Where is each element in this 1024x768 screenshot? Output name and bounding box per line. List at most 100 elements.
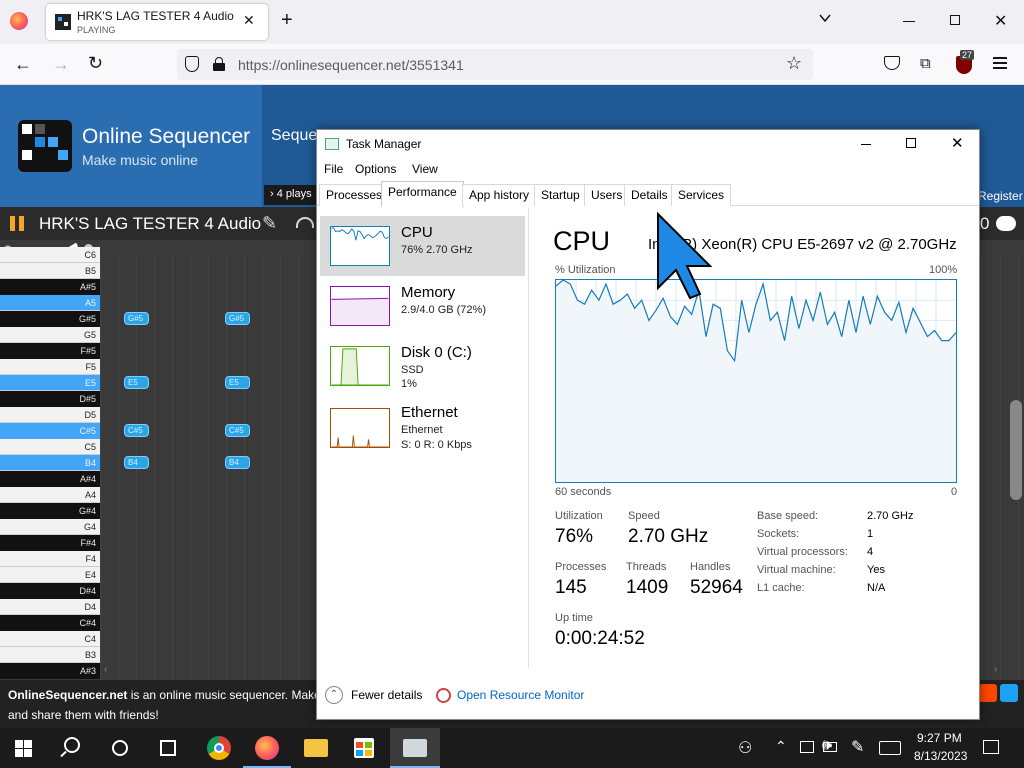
reddit-icon[interactable] xyxy=(979,684,997,702)
register-link[interactable]: Register xyxy=(978,189,1023,203)
piano-key[interactable]: C4 xyxy=(0,631,100,647)
piano-key[interactable]: B4 xyxy=(0,455,100,471)
menu-options[interactable]: Options xyxy=(355,162,396,176)
tab-processes[interactable]: Processes xyxy=(319,184,390,206)
pen-icon[interactable]: ✎ xyxy=(851,737,864,757)
menu-hamburger-icon[interactable] xyxy=(993,57,1007,69)
tab-users[interactable]: Users xyxy=(584,184,630,206)
speedometer-icon[interactable] xyxy=(296,217,314,228)
open-resource-monitor-link[interactable]: Open Resource Monitor xyxy=(457,688,584,702)
task-view-button[interactable] xyxy=(144,728,192,768)
forward-icon[interactable]: → xyxy=(52,54,70,75)
tm-close-icon[interactable]: ✕ xyxy=(951,134,964,152)
explorer-taskbar[interactable] xyxy=(292,728,340,768)
piano-key[interactable]: D#5 xyxy=(0,391,100,407)
piano-key[interactable]: G#5 xyxy=(0,311,100,327)
minimize-icon[interactable] xyxy=(903,21,915,22)
piano-key[interactable]: A#3 xyxy=(0,663,100,679)
note-block[interactable]: B4 xyxy=(124,456,149,469)
people-icon[interactable]: ⚇ xyxy=(738,738,752,758)
piano-key[interactable]: D#4 xyxy=(0,583,100,599)
logo-area[interactable]: Online Sequencer Make music online xyxy=(0,85,262,207)
resource-disk[interactable]: Disk 0 (C:) SSD 1% xyxy=(320,336,525,396)
notification-icon[interactable] xyxy=(983,740,999,754)
tm-minimize-icon[interactable] xyxy=(861,144,871,145)
tab-performance[interactable]: Performance xyxy=(381,181,464,207)
touch-keyboard-icon[interactable] xyxy=(879,741,901,755)
piano-key[interactable]: F4 xyxy=(0,551,100,567)
site-nav-sequencer[interactable]: Seque xyxy=(271,127,317,145)
piano-key[interactable]: D5 xyxy=(0,407,100,423)
lock-icon[interactable] xyxy=(213,57,225,71)
chat-icon[interactable] xyxy=(996,216,1016,231)
piano-keys[interactable]: C6 B5 A#5 A5 G#5 G5 F#5 F5 E5 D#5 D5 C#5 C5 B4 A#4 A4 G#… xyxy=(0,247,100,680)
note-block[interactable]: C#5 xyxy=(124,424,149,437)
footer-brand[interactable]: OnlineSequencer.net xyxy=(8,688,127,702)
piano-key[interactable]: B3 xyxy=(0,647,100,663)
piano-key[interactable]: A#5 xyxy=(0,279,100,295)
tab-active[interactable]: HRK'S LAG TESTER 4 Audio - O PLAYING ✕ xyxy=(46,4,268,40)
piano-key[interactable]: E5 xyxy=(0,375,100,391)
piano-key[interactable]: G5 xyxy=(0,327,100,343)
close-tab-icon[interactable]: ✕ xyxy=(243,12,255,29)
piano-key[interactable]: D4 xyxy=(0,599,100,615)
volume-icon[interactable]: 🕪 xyxy=(822,737,832,755)
vertical-scrollbar[interactable] xyxy=(1010,400,1022,500)
piano-key[interactable]: F#4 xyxy=(0,535,100,551)
back-icon[interactable]: ← xyxy=(14,54,32,75)
network-icon[interactable] xyxy=(800,741,814,753)
extensions-icon[interactable]: ⧉ xyxy=(920,55,931,72)
tab-services[interactable]: Services xyxy=(671,184,732,206)
piano-key[interactable]: C5 xyxy=(0,439,100,455)
cortana-button[interactable] xyxy=(96,728,144,768)
tracking-shield-icon[interactable] xyxy=(185,56,199,72)
close-window-icon[interactable]: ✕ xyxy=(994,11,1007,31)
note-block[interactable]: G#5 xyxy=(225,312,250,325)
taskmanager-taskbar[interactable] xyxy=(390,728,440,768)
note-block[interactable]: E5 xyxy=(225,376,250,389)
clock-date[interactable]: 8/13/2023 xyxy=(914,749,967,763)
task-manager-window[interactable]: Task Manager ✕ File Options View Process… xyxy=(316,129,980,720)
note-block[interactable]: G#5 xyxy=(124,312,149,325)
menu-view[interactable]: View xyxy=(412,162,438,176)
piano-key[interactable]: G4 xyxy=(0,519,100,535)
resource-cpu[interactable]: CPU 76% 2.70 GHz xyxy=(320,216,525,276)
piano-key[interactable]: F#5 xyxy=(0,343,100,359)
clock-time[interactable]: 9:27 PM xyxy=(917,731,962,745)
piano-key[interactable]: B5 xyxy=(0,263,100,279)
twitter-icon[interactable] xyxy=(1000,684,1018,702)
firefox-taskbar[interactable] xyxy=(243,728,291,768)
scroll-right-icon[interactable]: › xyxy=(994,664,997,675)
tab-startup[interactable]: Startup xyxy=(534,184,587,206)
resource-memory[interactable]: Memory 2.9/4.0 GB (72%) xyxy=(320,276,525,336)
piano-key[interactable]: C#5 xyxy=(0,423,100,439)
resource-ethernet[interactable]: Ethernet Ethernet S: 0 R: 0 Kbps xyxy=(320,402,525,462)
tab-app-history[interactable]: App history xyxy=(462,184,537,206)
search-button[interactable] xyxy=(48,728,96,768)
new-tab-icon[interactable]: + xyxy=(281,9,293,32)
firefox-view-icon[interactable] xyxy=(10,12,28,30)
edit-icon[interactable]: ✎ xyxy=(262,213,277,234)
plays-button[interactable]: › 4 plays xyxy=(264,185,318,205)
piano-key[interactable]: A#4 xyxy=(0,471,100,487)
piano-key[interactable]: F5 xyxy=(0,359,100,375)
note-block[interactable]: B4 xyxy=(225,456,250,469)
store-taskbar[interactable] xyxy=(340,728,388,768)
note-block[interactable]: C#5 xyxy=(225,424,250,437)
restore-icon[interactable] xyxy=(950,15,960,25)
menu-file[interactable]: File xyxy=(324,162,343,176)
piano-key[interactable]: E4 xyxy=(0,567,100,583)
note-block[interactable]: E5 xyxy=(124,376,149,389)
pocket-icon[interactable] xyxy=(884,56,900,70)
url-bar[interactable]: https://onlinesequencer.net/3551341 ☆ xyxy=(177,49,813,80)
tab-details[interactable]: Details xyxy=(624,184,675,206)
piano-key[interactable]: A5 xyxy=(0,295,100,311)
chrome-taskbar[interactable] xyxy=(195,728,243,768)
piano-key[interactable]: G#4 xyxy=(0,503,100,519)
piano-key[interactable]: A4 xyxy=(0,487,100,503)
pause-icon[interactable] xyxy=(10,216,24,231)
bookmark-star-icon[interactable]: ☆ xyxy=(786,53,802,74)
scroll-left-icon[interactable]: ‹ xyxy=(104,664,107,675)
show-hidden-icons[interactable]: ⌃ xyxy=(775,738,787,755)
reload-icon[interactable]: ↻ xyxy=(88,53,103,74)
